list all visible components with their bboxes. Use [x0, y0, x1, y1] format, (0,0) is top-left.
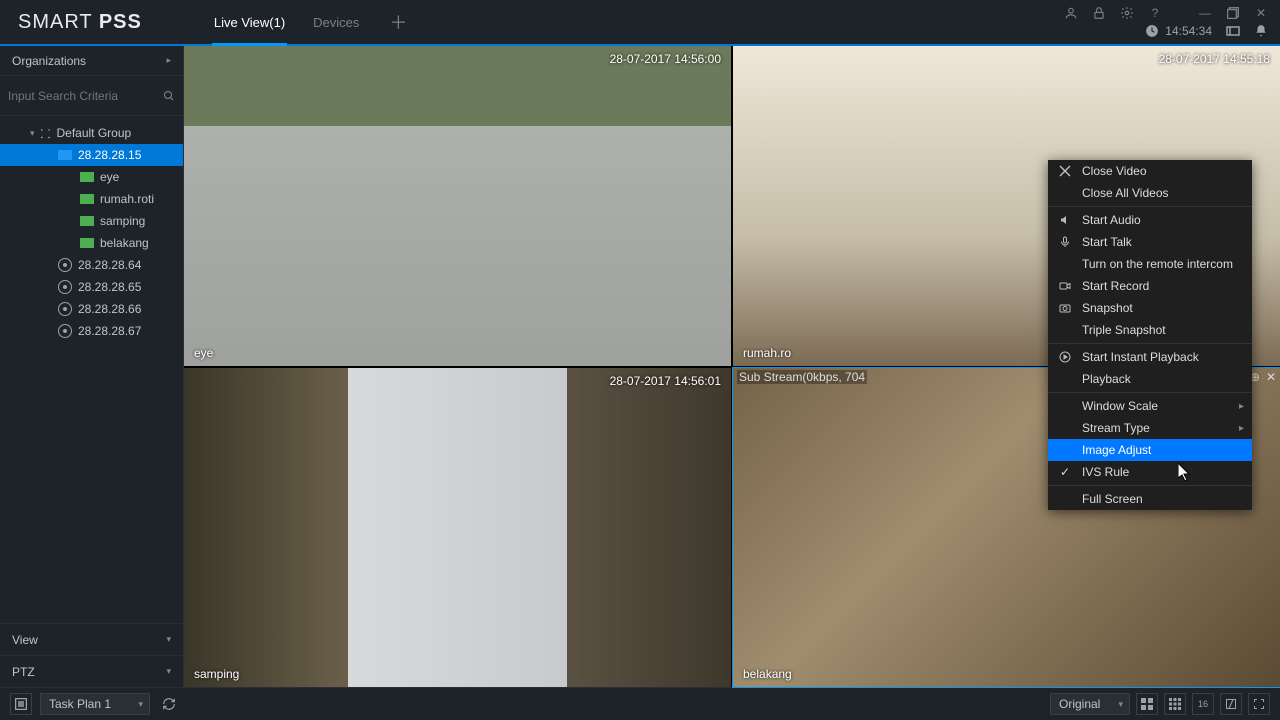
close-icon[interactable]: ✕ — [1254, 6, 1268, 20]
stream-info: Sub Stream(0kbps, 704 — [737, 370, 867, 384]
menu-item[interactable]: Close Video — [1048, 160, 1252, 182]
tab-live-view[interactable]: Live View(1) — [212, 1, 287, 44]
menu-item[interactable]: Playback — [1048, 368, 1252, 390]
cam-icon — [1058, 302, 1072, 314]
organizations-header[interactable]: Organizations▸ — [0, 46, 183, 76]
maximize-icon[interactable] — [1226, 6, 1240, 20]
layout-4-button[interactable] — [1136, 693, 1158, 715]
tree-channel[interactable]: samping — [0, 210, 183, 232]
menu-item[interactable]: Start Record — [1048, 275, 1252, 297]
tree-nvr[interactable]: 28.28.28.66 — [0, 298, 183, 320]
device-tree: ▾⸬Default Group 28.28.28.15 eye rumah.ro… — [0, 116, 183, 623]
menu-item[interactable]: Snapshot — [1048, 297, 1252, 319]
cam-timestamp: 28-07-2017 14:56:00 — [610, 52, 721, 66]
search-row — [0, 76, 183, 116]
menu-item[interactable]: Start Talk — [1048, 231, 1252, 253]
menu-item[interactable]: IVS Rule — [1048, 461, 1252, 483]
tile-close-icon[interactable]: ✕ — [1266, 370, 1276, 384]
menu-item[interactable]: Close All Videos — [1048, 182, 1252, 204]
resource-icon[interactable] — [1226, 24, 1240, 38]
video-grid: 28-07-2017 14:56:00 eye 28-07-2017 14:55… — [184, 46, 1280, 687]
menu-item[interactable]: Full Screen — [1048, 488, 1252, 510]
cam-timestamp: 28-07-2017 14:55:18 — [1159, 52, 1270, 66]
menu-item[interactable]: Start Instant Playback — [1048, 346, 1252, 368]
tree-channel[interactable]: eye — [0, 166, 183, 188]
layout-9-button[interactable] — [1164, 693, 1186, 715]
menu-item[interactable]: Stream Type — [1048, 417, 1252, 439]
task-list-button[interactable] — [10, 693, 32, 715]
context-menu: Close VideoClose All VideosStart AudioSt… — [1048, 160, 1252, 510]
fullscreen-button[interactable] — [1248, 693, 1270, 715]
tab-strip: Live View(1) Devices ＋ — [212, 0, 412, 44]
play-icon — [1058, 351, 1072, 363]
sidebar: Organizations▸ ▾⸬Default Group 28.28.28.… — [0, 46, 184, 687]
view-section[interactable]: View▾ — [0, 623, 183, 655]
gear-icon[interactable] — [1120, 6, 1134, 20]
cam-label: samping — [194, 667, 239, 681]
menu-item[interactable]: Turn on the remote intercom — [1048, 253, 1252, 275]
cam-timestamp: 28-07-2017 14:56:01 — [610, 374, 721, 388]
video-tile-3[interactable]: 28-07-2017 14:56:01 samping — [184, 368, 731, 688]
tree-channel[interactable]: rumah.roti — [0, 188, 183, 210]
edit-layout-button[interactable] — [1220, 693, 1242, 715]
add-tab-button[interactable]: ＋ — [385, 9, 411, 35]
help-icon[interactable]: ? — [1148, 6, 1162, 20]
menu-item[interactable]: Window Scale — [1048, 395, 1252, 417]
tree-channel[interactable]: belakang — [0, 232, 183, 254]
user-icon[interactable] — [1064, 6, 1078, 20]
search-input[interactable] — [8, 89, 163, 103]
audio-icon — [1058, 214, 1072, 226]
app-logo: SMART PSS — [18, 11, 142, 34]
tree-nvr[interactable]: 28.28.28.67 — [0, 320, 183, 342]
rec-icon — [1058, 280, 1072, 292]
tab-devices[interactable]: Devices — [311, 1, 361, 44]
tree-nvr[interactable]: 28.28.28.64 — [0, 254, 183, 276]
menu-item[interactable]: Image Adjust — [1048, 439, 1252, 461]
task-plan-dropdown[interactable]: Task Plan 1 — [40, 693, 150, 715]
bottom-bar: Task Plan 1 Original 16 — [0, 687, 1280, 720]
mic-icon — [1058, 236, 1072, 248]
bell-icon[interactable] — [1254, 24, 1268, 38]
clock-icon — [1145, 24, 1159, 38]
menu-item[interactable]: Start Audio — [1048, 209, 1252, 231]
cam-label: eye — [194, 346, 213, 360]
refresh-button[interactable] — [158, 693, 180, 715]
menu-item[interactable]: Triple Snapshot — [1048, 319, 1252, 341]
minimize-icon[interactable]: — — [1198, 6, 1212, 20]
scale-dropdown[interactable]: Original — [1050, 693, 1130, 715]
layout-16-button[interactable]: 16 — [1192, 693, 1214, 715]
search-icon[interactable] — [163, 88, 175, 104]
cam-label: belakang — [743, 667, 792, 681]
tree-device[interactable]: 28.28.28.15 — [0, 144, 183, 166]
tree-nvr[interactable]: 28.28.28.65 — [0, 276, 183, 298]
video-tile-1[interactable]: 28-07-2017 14:56:00 eye — [184, 46, 731, 366]
clock: 14:54:34 — [1145, 24, 1212, 38]
cam-label: rumah.ro — [743, 346, 791, 360]
tree-group[interactable]: ▾⸬Default Group — [0, 122, 183, 144]
ptz-section[interactable]: PTZ▾ — [0, 655, 183, 687]
title-bar: SMART PSS Live View(1) Devices ＋ ? — ✕ 1… — [0, 0, 1280, 46]
lock-icon[interactable] — [1092, 6, 1106, 20]
close-icon — [1058, 165, 1072, 177]
